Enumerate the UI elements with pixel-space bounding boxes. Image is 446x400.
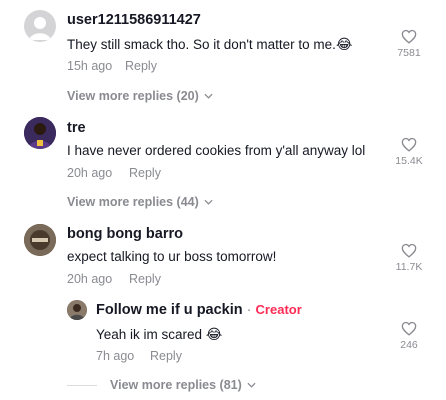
laughing-emoji: 😂 — [335, 36, 353, 52]
separator-dot: · — [246, 302, 252, 318]
view-more-label: View more replies (20) — [67, 89, 199, 103]
comment-item: bong bong barro expect talking to ur bos… — [0, 218, 446, 290]
profile-photo — [24, 117, 56, 149]
like-button[interactable]: 15.4K — [389, 137, 429, 167]
comment-username[interactable]: tre — [67, 120, 86, 136]
reply-timestamp: 7h ago — [96, 349, 135, 363]
reply-username-text: Follow me if u packin — [96, 302, 243, 318]
comment-text: expect talking to ur boss tomorrow! — [67, 249, 277, 264]
profile-photo — [67, 300, 87, 320]
comment-timestamp: 20h ago — [67, 272, 113, 286]
heart-outline-icon — [401, 321, 417, 336]
divider — [67, 385, 97, 386]
comment-timestamp: 20h ago — [67, 166, 113, 180]
comment-timestamp: 15h ago — [67, 59, 113, 73]
view-more-label: View more replies (81) — [110, 378, 242, 392]
comment-username[interactable]: user1211586911427 — [67, 12, 201, 28]
profile-photo — [24, 224, 56, 256]
like-count: 15.4K — [395, 155, 423, 167]
view-more-replies-button[interactable]: View more replies (44) — [67, 195, 213, 209]
reply-text: Yeah ik im scared 😂 — [96, 326, 222, 343]
comment-item: user1211586911427 They still smack tho. … — [0, 0, 446, 110]
view-more-label: View more replies (44) — [67, 195, 199, 209]
heart-outline-icon — [401, 29, 417, 44]
like-count: 7581 — [397, 47, 421, 59]
comment-username[interactable]: bong bong barro — [67, 226, 183, 242]
avatar[interactable] — [24, 10, 56, 42]
comment-text-body: They still smack tho. So it don't matter… — [67, 37, 336, 52]
reply-button[interactable]: Reply — [150, 349, 182, 363]
reply-button[interactable]: Reply — [125, 59, 157, 73]
like-button[interactable]: 11.7K — [389, 243, 429, 273]
avatar[interactable] — [67, 300, 87, 320]
like-count: 11.7K — [395, 261, 423, 273]
person-icon — [29, 17, 51, 40]
reply-item: Follow me if u packin · Creator Yeah ik … — [0, 294, 446, 400]
reply-button[interactable]: Reply — [129, 272, 161, 286]
view-more-replies-button[interactable]: View more replies (20) — [67, 89, 213, 103]
comment-text: I have never ordered cookies from y'all … — [67, 143, 366, 158]
reply-text-body: Yeah ik im scared — [96, 327, 203, 342]
chevron-down-icon — [204, 93, 213, 99]
comment-item: tre I have never ordered cookies from y'… — [0, 112, 446, 217]
like-count: 246 — [400, 339, 418, 351]
creator-badge: Creator — [255, 302, 302, 317]
view-more-replies-button[interactable]: View more replies (81) — [110, 378, 256, 392]
like-button[interactable]: 246 — [389, 321, 429, 351]
avatar[interactable] — [24, 224, 56, 256]
reply-username[interactable]: Follow me if u packin · Creator — [96, 302, 302, 318]
laughing-emoji: 😂 — [205, 326, 223, 342]
like-button[interactable]: 7581 — [389, 29, 429, 59]
reply-button[interactable]: Reply — [129, 166, 161, 180]
heart-outline-icon — [401, 137, 417, 152]
heart-outline-icon — [401, 243, 417, 258]
comment-text: They still smack tho. So it don't matter… — [67, 36, 352, 53]
chevron-down-icon — [204, 199, 213, 205]
avatar[interactable] — [24, 117, 56, 149]
chevron-down-icon — [247, 382, 256, 388]
